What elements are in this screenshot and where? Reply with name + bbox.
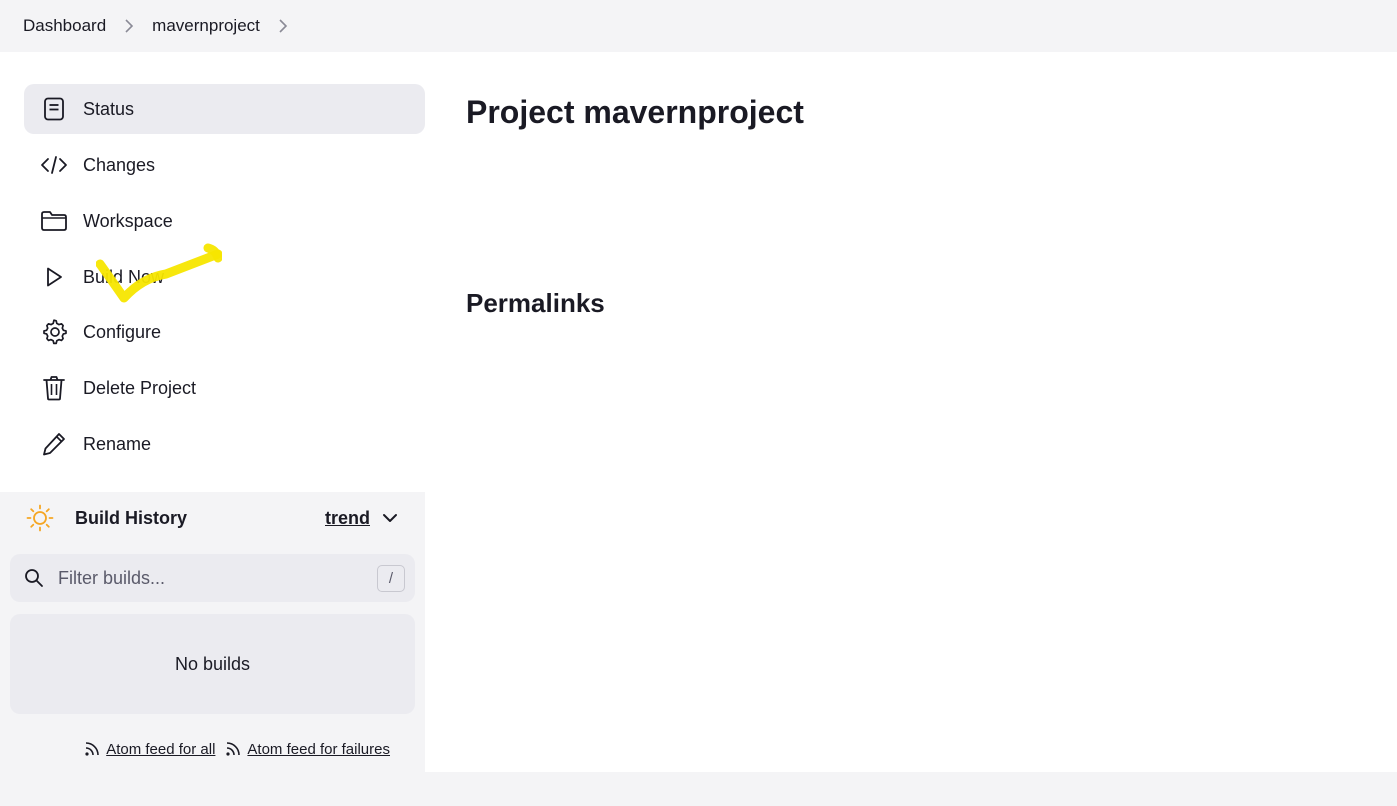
filter-builds-box[interactable]: / (10, 554, 415, 602)
sun-icon (26, 504, 54, 532)
breadcrumb-project[interactable]: mavernproject (152, 16, 260, 36)
task-label: Status (83, 98, 135, 119)
trash-icon (39, 373, 69, 403)
breadcrumb: Dashboard mavernproject (0, 0, 1397, 52)
permalinks-heading: Permalinks (466, 288, 605, 318)
task-label: Configure (83, 321, 162, 342)
atom-feed-failures-label: Atom feed for failures (247, 740, 390, 758)
keyboard-shortcut-hint: / (377, 565, 405, 592)
trend-link[interactable]: trend (325, 508, 370, 529)
task-label: Workspace (83, 210, 173, 231)
chevron-right-icon (124, 19, 134, 33)
pencil-icon (39, 429, 69, 459)
task-build-now[interactable]: Build Now (24, 252, 425, 302)
page-content: Status Changes Workspace Build Now Confi (0, 52, 1397, 772)
search-icon (25, 569, 43, 587)
task-delete-project[interactable]: Delete Project (24, 363, 425, 413)
filter-builds-input[interactable] (58, 567, 358, 589)
atom-feeds: Atom feed for all Atom feed for failures (0, 726, 425, 772)
task-label: Rename (83, 433, 152, 454)
status-icon (39, 94, 69, 124)
code-icon (39, 150, 69, 180)
build-history-title: Build History (75, 507, 188, 528)
task-changes[interactable]: Changes (24, 140, 425, 190)
play-icon (39, 262, 69, 292)
task-rename[interactable]: Rename (24, 419, 425, 469)
task-workspace[interactable]: Workspace (24, 196, 425, 246)
chevron-down-icon[interactable] (381, 509, 399, 527)
page-title: Project mavernproject (466, 94, 804, 130)
gear-icon (39, 317, 69, 347)
breadcrumb-dashboard[interactable]: Dashboard (23, 16, 106, 36)
task-status[interactable]: Status (24, 84, 425, 134)
atom-feed-all-link[interactable]: Atom feed for all (84, 741, 215, 758)
atom-feed-failures-link[interactable]: Atom feed for failures (225, 741, 390, 758)
atom-feed-all-label: Atom feed for all (106, 740, 216, 758)
no-builds-message: No builds (10, 614, 415, 714)
task-label: Delete Project (83, 377, 197, 398)
side-panel: Status Changes Workspace Build Now Confi (0, 52, 425, 772)
task-label: Build Now (83, 266, 165, 287)
task-configure[interactable]: Configure (24, 307, 425, 357)
build-history-body: / No builds Atom feed for all Atom feed … (0, 544, 425, 772)
build-history-header: Build History trend (0, 492, 425, 544)
folder-icon (39, 206, 69, 236)
chevron-right-icon[interactable] (278, 19, 288, 33)
rss-icon (226, 742, 241, 756)
task-label: Changes (83, 154, 156, 175)
rss-icon (85, 742, 100, 756)
no-builds-text: No builds (174, 653, 251, 674)
